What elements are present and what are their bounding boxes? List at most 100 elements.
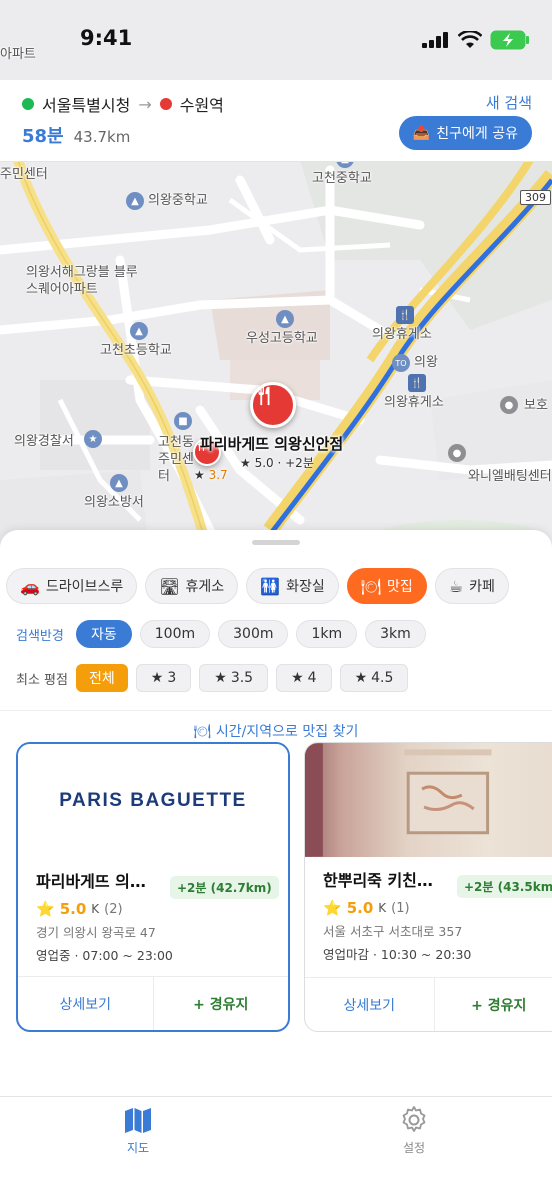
card-rating-value: 5.0	[346, 899, 374, 917]
share-with-friend-button[interactable]: 📤 친구에게 공유	[398, 116, 532, 150]
pin-rating: ★ 5.0 · +2분	[240, 456, 314, 470]
card-hours: 영업중 · 07:00 ~ 23:00	[36, 948, 173, 963]
signal-icon	[422, 32, 448, 48]
gear-icon	[402, 1106, 426, 1132]
tab-settings[interactable]: 설정	[374, 1105, 454, 1156]
status-time: 9:41	[80, 26, 133, 50]
origin-dot-icon	[22, 98, 34, 110]
restaurant-card[interactable]: 한뿌리죽 키친… +2분 (43.5km) ⭐ 5.0 K (1) 서울 서초구…	[304, 742, 552, 1032]
rating-option-3-5[interactable]: ★ 3.5	[199, 664, 269, 692]
card-rating-value: 5.0	[59, 900, 87, 918]
rating-filter: 최소 평점 전체 ★ 3 ★ 3.5 ★ 4 ★ 4.5	[16, 664, 409, 692]
rating-option-4[interactable]: ★ 4	[276, 664, 332, 692]
map-icon	[125, 1108, 151, 1133]
category-restroom[interactable]: 🚻 화장실	[246, 568, 339, 604]
star-icon: ★	[150, 670, 164, 686]
arrow-right-icon: →	[138, 94, 152, 114]
radius-option-300m[interactable]: 300m	[218, 620, 289, 648]
category-drive-thru[interactable]: 🚗 드라이브스루	[6, 568, 138, 604]
rating-option-all[interactable]: 전체	[76, 664, 128, 692]
map-label-right-edge: 보호	[524, 398, 548, 413]
rating-option-3[interactable]: ★ 3	[135, 664, 192, 692]
card-image-photo	[305, 743, 552, 857]
card-rating: ⭐ 5.0 K (1)	[323, 899, 552, 917]
police-icon: ★	[84, 430, 102, 448]
category-cafe[interactable]: ☕ 카페	[434, 568, 509, 604]
origin-label: 서울특별시청	[42, 96, 131, 115]
rating-option-value: 3	[167, 670, 177, 686]
fork-knife-icon	[258, 386, 270, 406]
route-summary: 서울특별시청 → 수원역	[22, 92, 224, 116]
category-rest-area[interactable]: 🛣 휴게소	[145, 568, 239, 604]
coffee-icon: ☕	[448, 576, 464, 596]
school-icon: ▲	[130, 322, 148, 340]
radius-option-auto[interactable]: 자동	[76, 620, 132, 648]
radius-option-100m[interactable]: 100m	[139, 620, 211, 648]
school-icon: ▲	[126, 192, 144, 210]
map-label-to-uiwang: 의왕	[414, 355, 438, 370]
pin-extra-time: +2분	[285, 456, 314, 470]
share-button-label: 친구에게 공유	[436, 126, 518, 142]
radius-option-1km[interactable]: 1km	[296, 620, 358, 648]
card-rating-source: K	[378, 901, 387, 915]
road-number-badge: 309	[520, 190, 551, 205]
category-label: 카페	[469, 579, 495, 595]
rest-area-icon: 🍴	[396, 306, 414, 324]
rating-option-value: 4.5	[371, 670, 394, 686]
card-actions: 상세보기 + 경유지	[305, 977, 552, 1031]
car-icon: 🚗	[20, 576, 40, 596]
place-icon: ●	[448, 444, 466, 462]
map-label-rest-area-1: 의왕휴게소	[372, 327, 432, 342]
pin-small-rating: ★ 3.7	[194, 468, 228, 482]
rest-area-icon: 🛣	[159, 576, 180, 596]
tab-map[interactable]: 지도	[98, 1105, 178, 1156]
restaurant-icon: 🍽	[360, 576, 382, 596]
tab-map-label: 지도	[126, 1141, 150, 1155]
detail-button[interactable]: 상세보기	[18, 977, 153, 1030]
card-review-count: (2)	[104, 901, 123, 917]
card-image-logo: PARIS BAGUETTE	[18, 744, 288, 858]
tab-bar: 지도 설정	[0, 1096, 552, 1200]
star-icon: ⭐	[323, 899, 342, 917]
map-label-gochen-elem: 고천초등학교	[100, 343, 172, 358]
category-label: 맛집	[387, 579, 413, 595]
card-address: 서울 서초구 서초대로 357	[323, 924, 463, 939]
new-search-button[interactable]: 새 검색	[486, 92, 532, 113]
tollgate-icon: TO	[392, 354, 410, 372]
map-label-fire: 의왕소방서	[84, 495, 144, 510]
radius-filter: 검색반경 자동 100m 300m 1km 3km	[16, 620, 426, 648]
category-restaurant[interactable]: 🍽 맛집	[346, 568, 427, 604]
add-waypoint-button[interactable]: + 경유지	[152, 977, 289, 1030]
rating-filter-label: 최소 평점	[16, 672, 68, 688]
rating-option-4-5[interactable]: ★ 4.5	[339, 664, 409, 692]
add-waypoint-button[interactable]: + 경유지	[433, 978, 552, 1031]
card-review-count: (1)	[391, 900, 410, 916]
card-eta-badge: +2분 (42.7km)	[170, 876, 279, 899]
tab-settings-label: 설정	[402, 1141, 426, 1155]
card-rating: ⭐ 5.0 K (2)	[36, 900, 288, 918]
restaurant-card[interactable]: PARIS BAGUETTE 파리바게뜨 의… +2분 (42.7km) ⭐ 5…	[16, 742, 290, 1032]
category-chips: 🚗 드라이브스루 🛣 휴게소 🚻 화장실 🍽 맛집 ☕ 카페	[6, 568, 509, 604]
radius-option-3km[interactable]: 3km	[365, 620, 426, 648]
route-header: 서울특별시청 → 수원역 새 검색 58분 43.7km 📤 친구에게 공유	[0, 80, 552, 162]
brand-logo: PARIS BAGUETTE	[59, 790, 247, 811]
detail-button[interactable]: 상세보기	[305, 978, 434, 1031]
restaurant-pin[interactable]	[250, 382, 296, 428]
map-label-police: 의왕경찰서	[14, 434, 74, 449]
fire-station-icon: ▲	[110, 474, 128, 492]
find-by-time-region-link[interactable]: 🍽 시간/지역으로 맛집 찾기	[0, 710, 552, 741]
card-actions: 상세보기 + 경유지	[18, 976, 288, 1030]
star-icon: ★	[354, 670, 368, 686]
sheet-grabber[interactable]	[252, 540, 300, 545]
rating-option-value: 3.5	[230, 670, 254, 686]
battery-icon	[490, 30, 529, 50]
pin-small-rating-value: 3.7	[208, 468, 228, 482]
find-link-label: 시간/지역으로 맛집 찾기	[215, 724, 359, 740]
rest-area-icon: 🍴	[408, 374, 426, 392]
card-rating-source: K	[91, 902, 100, 916]
pin-rating-value: 5.0	[254, 456, 274, 470]
share-inbox-icon: 📤	[412, 125, 431, 141]
interior-photo	[305, 743, 492, 857]
map-label-center: 주민센터	[0, 167, 48, 182]
map-label-uiwang-middle: 의왕중학교	[148, 193, 208, 208]
